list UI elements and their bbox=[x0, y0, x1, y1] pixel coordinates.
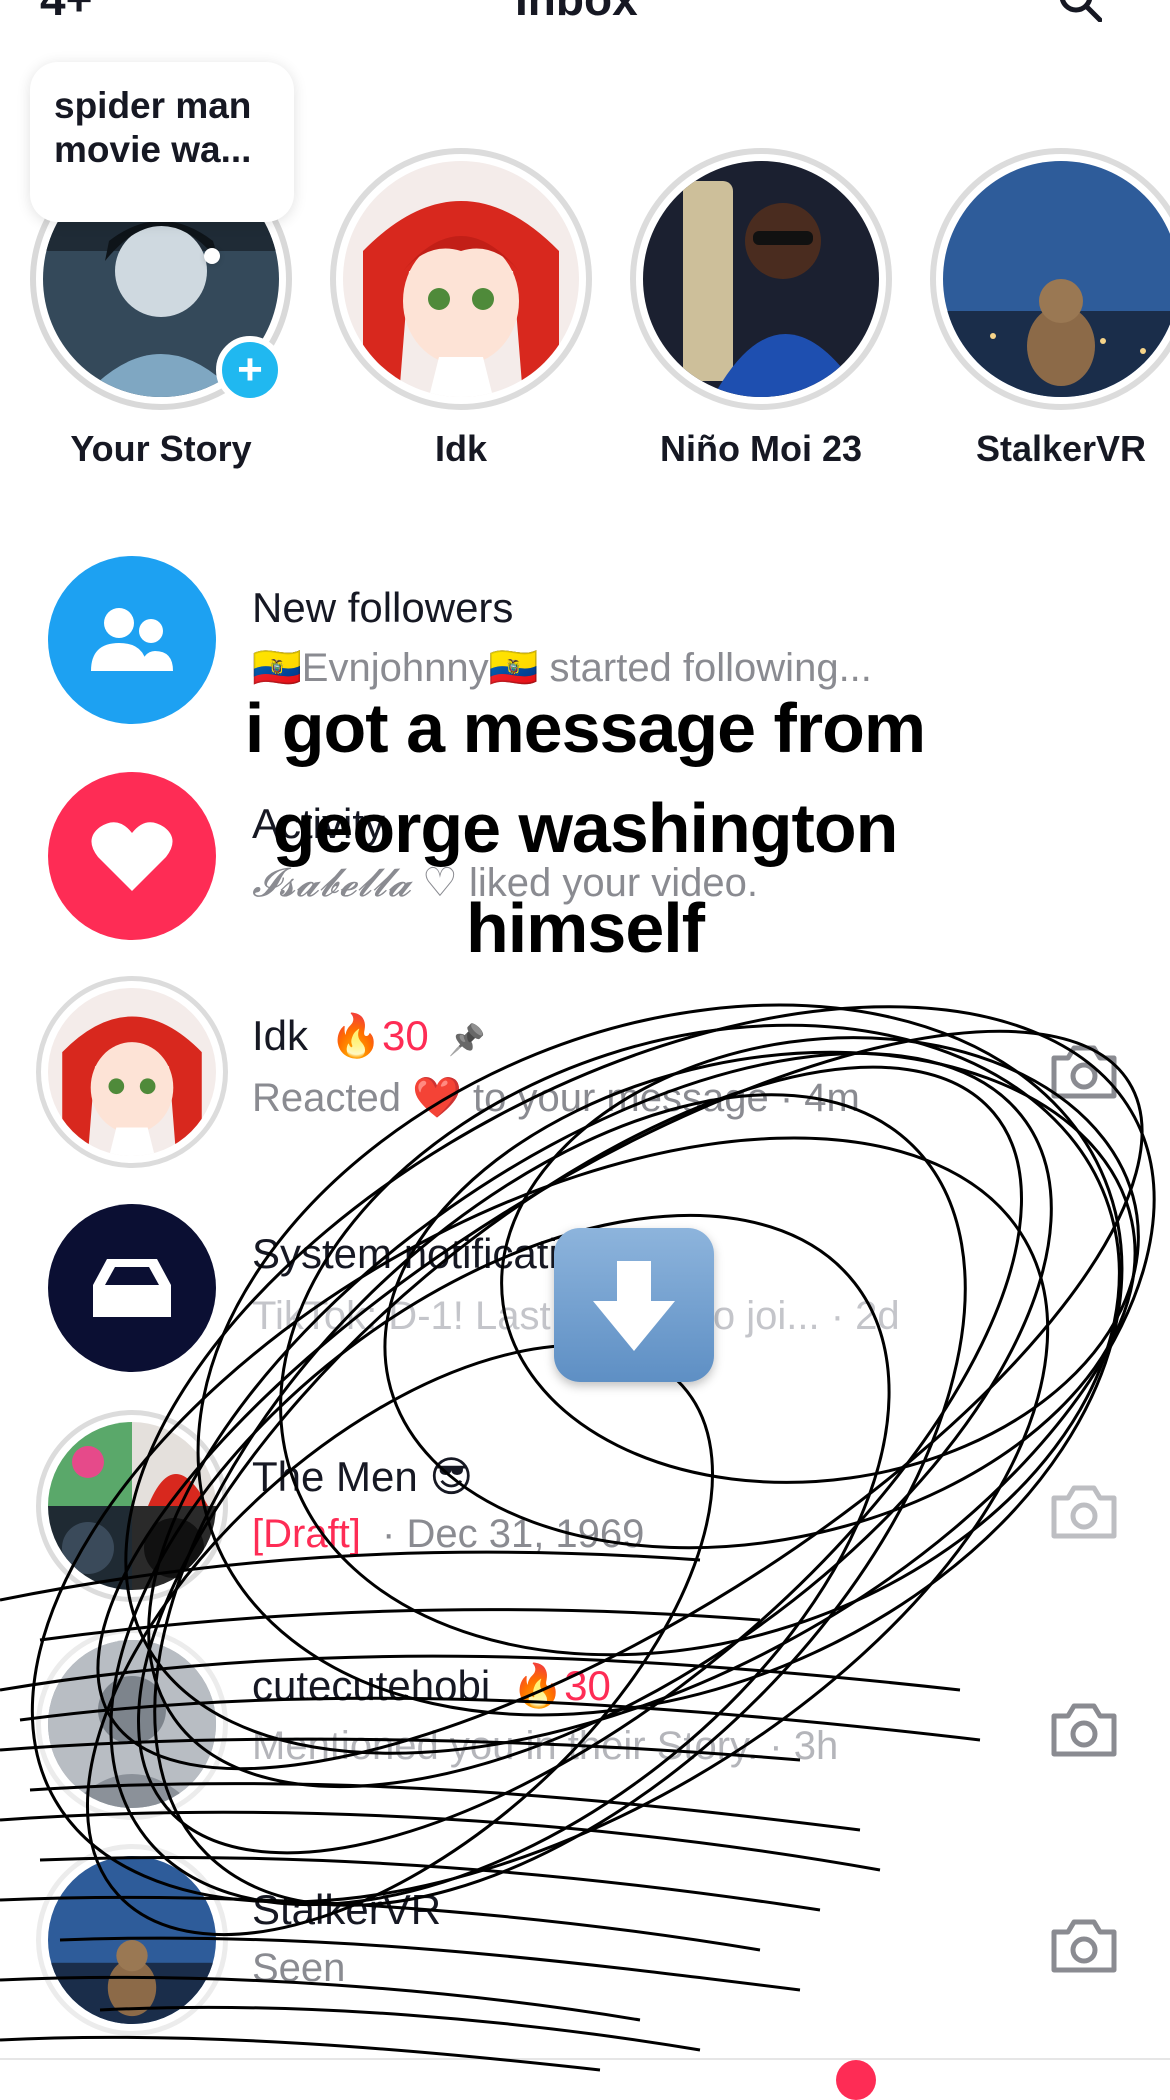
top-left-indicator: 4+ bbox=[40, 0, 92, 26]
page-title: Inbox bbox=[515, 0, 638, 26]
search-icon[interactable] bbox=[1058, 0, 1102, 22]
overlay-caption: i got a message from george washington h… bbox=[244, 689, 926, 967]
row-title: New followers bbox=[252, 584, 514, 631]
story-name: StalkerVR bbox=[975, 428, 1147, 469]
story-name: Niño Moi 23 bbox=[659, 428, 862, 469]
story-name: Idk bbox=[434, 428, 487, 469]
scribble-overlay bbox=[0, 1003, 1156, 2072]
story-avatar-nino-moi-23 bbox=[643, 161, 879, 397]
note-bubble-tail bbox=[204, 248, 220, 264]
story-idk[interactable]: Idk bbox=[326, 148, 596, 470]
download-arrow-icon bbox=[554, 1228, 714, 1382]
plus-icon[interactable]: + bbox=[216, 336, 284, 404]
story-avatar-stalkervr bbox=[943, 161, 1170, 397]
top-bar: 4+ Inbox bbox=[0, 0, 1170, 30]
story-stalkervr[interactable]: StalkerVR bbox=[926, 148, 1170, 470]
note-bubble[interactable]: spider man movie wa... bbox=[30, 62, 294, 222]
story-name: Your Story bbox=[70, 428, 252, 469]
story-avatar-idk bbox=[343, 161, 579, 397]
story-nino-moi-23[interactable]: Niño Moi 23 bbox=[626, 148, 896, 470]
